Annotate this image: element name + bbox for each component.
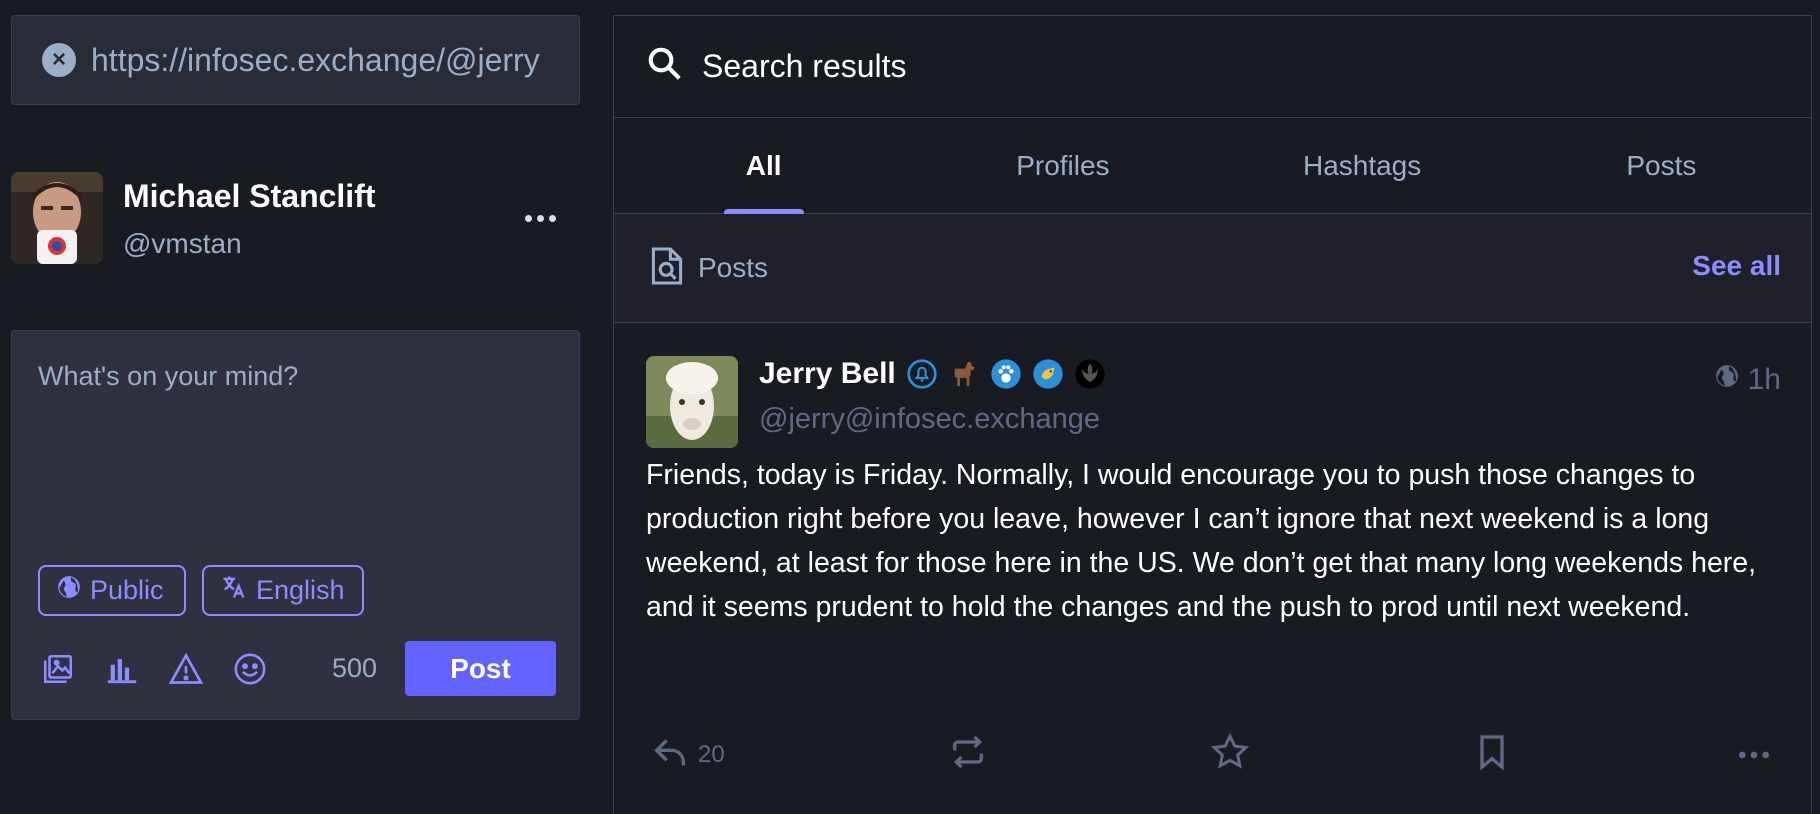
results-tabs: All Profiles Hashtags Posts	[614, 118, 1811, 214]
column-header: Search results	[614, 16, 1811, 118]
tab-posts[interactable]: Posts	[1512, 118, 1811, 213]
account-header: Michael Stanclift @vmstan	[11, 172, 580, 264]
poll-icon[interactable]	[102, 649, 142, 689]
favourite-button[interactable]	[1210, 732, 1250, 775]
compose-form: What's on your mind? Public English 500 …	[11, 330, 580, 720]
search-bar[interactable]: × https://infosec.exchange/@jerry	[11, 15, 580, 105]
posts-section-header: Posts See all	[614, 214, 1811, 323]
reply-icon	[650, 732, 690, 779]
tab-all[interactable]: All	[614, 118, 913, 213]
globe-icon	[1714, 363, 1740, 397]
reply-count: 20	[698, 741, 725, 768]
search-icon	[646, 45, 684, 88]
bell-badge-icon	[906, 358, 938, 390]
language-label: English	[256, 575, 345, 605]
boost-button[interactable]	[948, 735, 988, 775]
bird-badge-icon	[1032, 358, 1064, 390]
status-time-text: 1h	[1747, 363, 1781, 396]
language-button[interactable]: English	[202, 565, 364, 616]
search-results-column: Search results All Profiles Hashtags Pos…	[613, 15, 1812, 814]
document-search-icon	[650, 245, 684, 292]
bookmark-icon	[1472, 732, 1512, 779]
llama-emoji-icon	[948, 358, 980, 390]
clear-search-icon[interactable]: ×	[42, 43, 76, 77]
more-options-icon[interactable]	[1734, 735, 1774, 775]
status-content: Friends, today is Friday. Normally, I wo…	[646, 459, 1757, 623]
image-upload-icon[interactable]	[38, 649, 78, 689]
compose-textarea[interactable]: What's on your mind?	[38, 361, 298, 392]
character-counter: 500	[332, 653, 378, 683]
status-avatar[interactable]	[646, 356, 738, 448]
account-handle[interactable]: @vmstan	[123, 228, 242, 260]
status-display-name[interactable]: Jerry Bell	[759, 357, 896, 391]
visibility-button[interactable]: Public	[38, 565, 186, 616]
column-title: Search results	[702, 48, 907, 84]
globe-icon	[56, 574, 82, 607]
boost-icon	[948, 732, 988, 779]
account-display-name[interactable]: Michael Stanclift	[123, 178, 376, 215]
bookmark-button[interactable]	[1472, 734, 1512, 775]
emoji-icon[interactable]	[230, 649, 270, 689]
tab-profiles[interactable]: Profiles	[913, 118, 1212, 213]
reply-button[interactable]: 20	[650, 735, 725, 775]
tab-hashtags[interactable]: Hashtags	[1213, 118, 1512, 213]
avatar[interactable]	[11, 172, 103, 264]
paw-badge-icon	[990, 358, 1022, 390]
visibility-label: Public	[90, 575, 164, 605]
see-all-link[interactable]: See all	[1692, 250, 1781, 282]
status-handle[interactable]: @jerry@infosec.exchange	[759, 403, 1100, 436]
status-timestamp[interactable]: 1h	[1714, 363, 1781, 397]
status-display-name-row[interactable]: Jerry Bell	[759, 357, 1106, 391]
more-menu-icon[interactable]	[520, 202, 560, 234]
section-title: Posts	[698, 252, 769, 283]
star-icon	[1210, 732, 1250, 779]
status-card[interactable]: Jerry Bell @jerry@infosec.exchange 1h Fr…	[614, 323, 1811, 814]
rebel-alliance-icon	[1074, 358, 1106, 390]
search-input[interactable]: https://infosec.exchange/@jerry	[91, 42, 551, 79]
content-warning-icon[interactable]	[166, 649, 206, 689]
translate-icon	[220, 573, 248, 608]
post-button[interactable]: Post	[405, 641, 556, 696]
